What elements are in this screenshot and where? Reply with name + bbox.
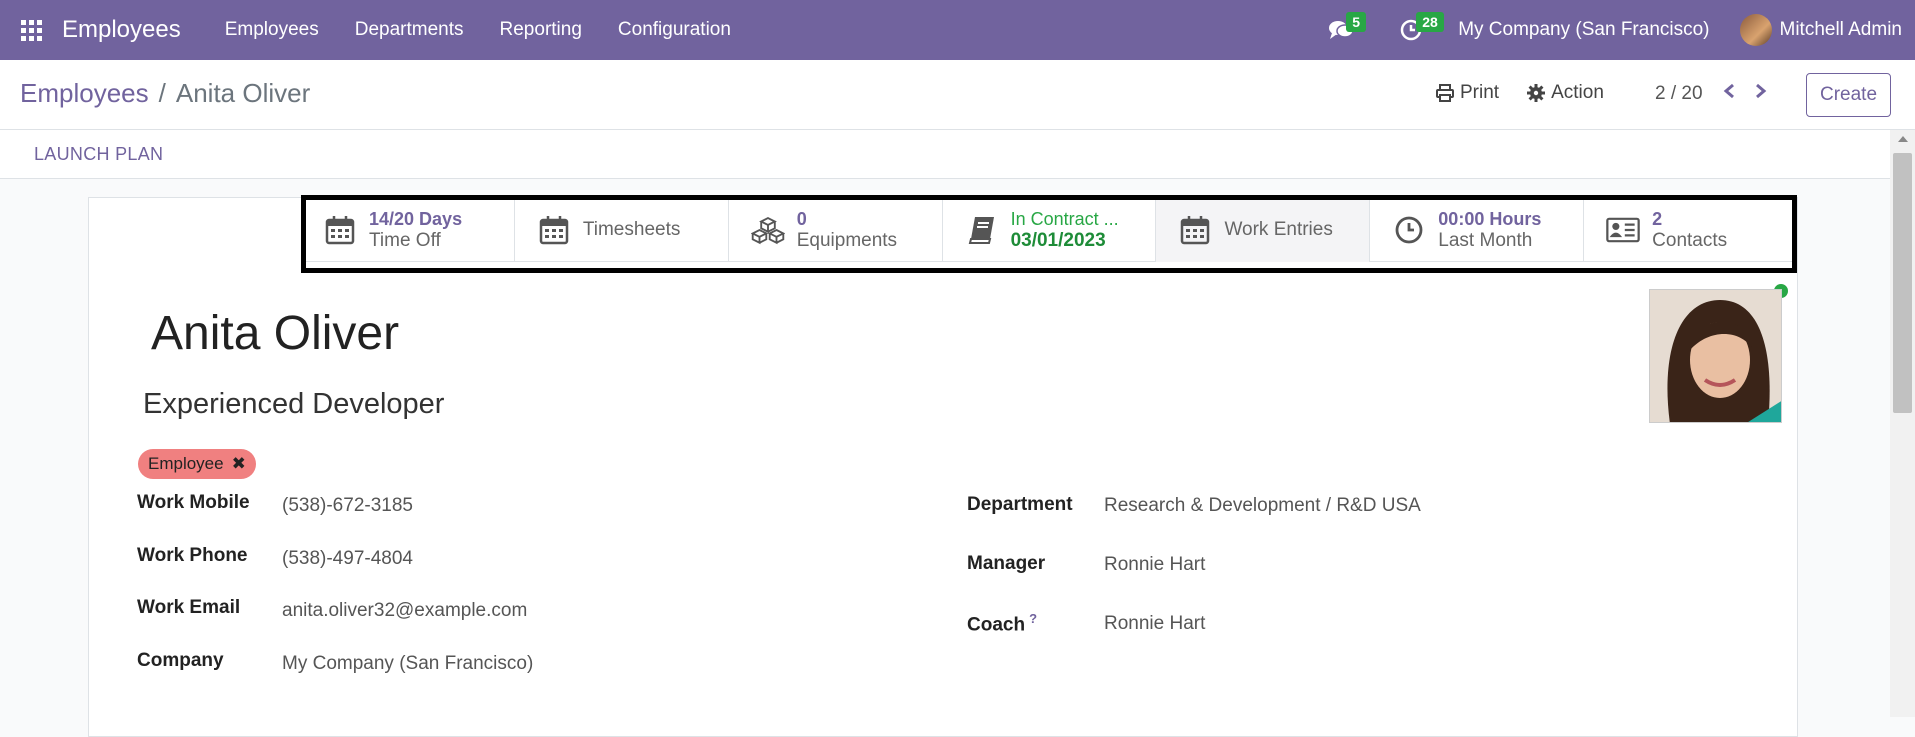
calendar-icon — [537, 213, 571, 247]
equipments-button[interactable]: 0 Equipments — [729, 198, 943, 262]
department-field[interactable]: Research & Development / R&D USA — [1104, 495, 1421, 517]
menu-departments[interactable]: Departments — [337, 19, 482, 41]
scrollbar-thumb[interactable] — [1893, 153, 1912, 413]
chevron-right-icon — [1755, 83, 1766, 99]
breadcrumb: Employees / Anita Oliver — [20, 78, 310, 109]
create-button[interactable]: Create — [1806, 73, 1891, 117]
app-title[interactable]: Employees — [62, 16, 181, 44]
hours-label: Last Month — [1438, 230, 1533, 251]
timesheets-label: Timesheets — [582, 219, 681, 240]
print-label: Print — [1460, 82, 1500, 103]
pager-next-button[interactable] — [1755, 82, 1767, 105]
time-off-button[interactable]: 14/20 Days Time Off — [301, 198, 515, 262]
time-off-label: Time Off — [369, 230, 441, 251]
control-panel: Employees / Anita Oliver Print Action 2 / … — [0, 60, 1915, 130]
vertical-scrollbar[interactable] — [1890, 130, 1915, 717]
contacts-button[interactable]: 2 Contacts — [1584, 198, 1798, 262]
contract-button[interactable]: In Contract ... 03/01/2023 — [943, 198, 1157, 262]
pager-value[interactable]: 2 / 20 — [1655, 83, 1703, 105]
timesheets-button[interactable]: Timesheets — [515, 198, 729, 262]
coach-help-icon[interactable]: ? — [1029, 611, 1037, 626]
employee-name[interactable]: Anita Oliver — [151, 306, 399, 361]
main-menu: Employees Departments Reporting Configur… — [207, 19, 749, 41]
work-email-field[interactable]: anita.oliver32@example.com — [282, 600, 527, 622]
manager-label: Manager — [967, 553, 1046, 574]
employee-tag[interactable]: Employee ✖ — [138, 449, 256, 479]
messages-badge: 5 — [1346, 12, 1366, 32]
work-phone-field[interactable]: (538)-497-4804 — [282, 548, 413, 570]
remove-tag-icon[interactable]: ✖ — [232, 454, 246, 474]
smart-button-box: 14/20 Days Time Off Timesheets 0 Equipment… — [301, 198, 1798, 262]
coach-label: Coach? — [967, 611, 1037, 636]
work-entries-label: Work Entries — [1224, 219, 1333, 240]
pager: 2 / 20 — [1655, 82, 1767, 105]
work-mobile-label: Work Mobile — [137, 492, 250, 513]
clock-icon — [1392, 213, 1426, 247]
company-switcher[interactable]: My Company (San Francisco) — [1458, 19, 1709, 41]
cubes-icon — [750, 213, 785, 247]
app-menu-icon[interactable] — [0, 0, 62, 60]
department-label: Department — [967, 494, 1073, 515]
calendar-icon — [323, 213, 357, 247]
printer-icon — [1436, 84, 1454, 102]
user-name: Mitchell Admin — [1779, 19, 1903, 40]
menu-reporting[interactable]: Reporting — [482, 19, 600, 41]
activities-badge: 28 — [1416, 12, 1444, 32]
print-button[interactable]: Print — [1436, 82, 1499, 104]
contacts-value: 2 — [1652, 209, 1663, 229]
job-title[interactable]: Experienced Developer — [143, 388, 444, 421]
hours-value: 00:00 Hours — [1438, 209, 1542, 229]
contact-card-icon — [1606, 213, 1640, 247]
form-sheet: 14/20 Days Time Off Timesheets 0 Equipment… — [88, 197, 1798, 737]
company-field[interactable]: My Company (San Francisco) — [282, 653, 533, 675]
breadcrumb-employees[interactable]: Employees — [20, 78, 149, 108]
time-off-value: 14/20 Days — [369, 209, 463, 229]
menu-configuration[interactable]: Configuration — [600, 19, 749, 41]
contacts-label: Contacts — [1652, 230, 1728, 251]
activities-button[interactable]: 28 — [1376, 0, 1446, 60]
launch-plan-button[interactable]: LAUNCH PLAN — [34, 144, 163, 165]
gear-icon — [1527, 84, 1546, 102]
employee-photo[interactable] — [1649, 289, 1782, 423]
top-navbar: Employees Employees Departments Reportin… — [0, 0, 1915, 60]
breadcrumb-current: Anita Oliver — [175, 78, 311, 108]
equipments-label: Equipments — [796, 230, 898, 251]
coach-field[interactable]: Ronnie Hart — [1104, 613, 1205, 635]
menu-employees[interactable]: Employees — [207, 19, 337, 41]
coach-label-text: Coach — [967, 614, 1026, 636]
company-label: Company — [137, 650, 224, 671]
work-email-label: Work Email — [137, 597, 241, 618]
calendar-icon — [1178, 213, 1212, 247]
form-statusbar: LAUNCH PLAN — [0, 130, 1890, 179]
action-button[interactable]: Action — [1527, 82, 1604, 104]
manager-field[interactable]: Ronnie Hart — [1104, 554, 1205, 576]
equipments-value: 0 — [796, 209, 807, 229]
action-label: Action — [1551, 82, 1604, 103]
hours-last-month-button[interactable]: 00:00 Hours Last Month — [1370, 198, 1585, 262]
avatar — [1739, 14, 1772, 46]
contract-status: In Contract ... — [1010, 209, 1119, 229]
messages-button[interactable]: 5 — [1306, 0, 1376, 60]
pager-previous-button[interactable] — [1723, 82, 1735, 105]
user-menu[interactable]: Mitchell Admin — [1739, 14, 1903, 46]
work-entries-button[interactable]: Work Entries — [1156, 198, 1371, 262]
breadcrumb-separator: / — [158, 78, 166, 108]
scroll-up-arrow[interactable] — [1898, 136, 1908, 142]
chevron-left-icon — [1723, 83, 1734, 99]
work-phone-label: Work Phone — [137, 545, 248, 566]
tag-label: Employee — [148, 454, 224, 473]
contract-date: 03/01/2023 — [1010, 230, 1106, 251]
book-icon — [965, 213, 999, 247]
work-mobile-field[interactable]: (538)-672-3185 — [282, 495, 413, 517]
